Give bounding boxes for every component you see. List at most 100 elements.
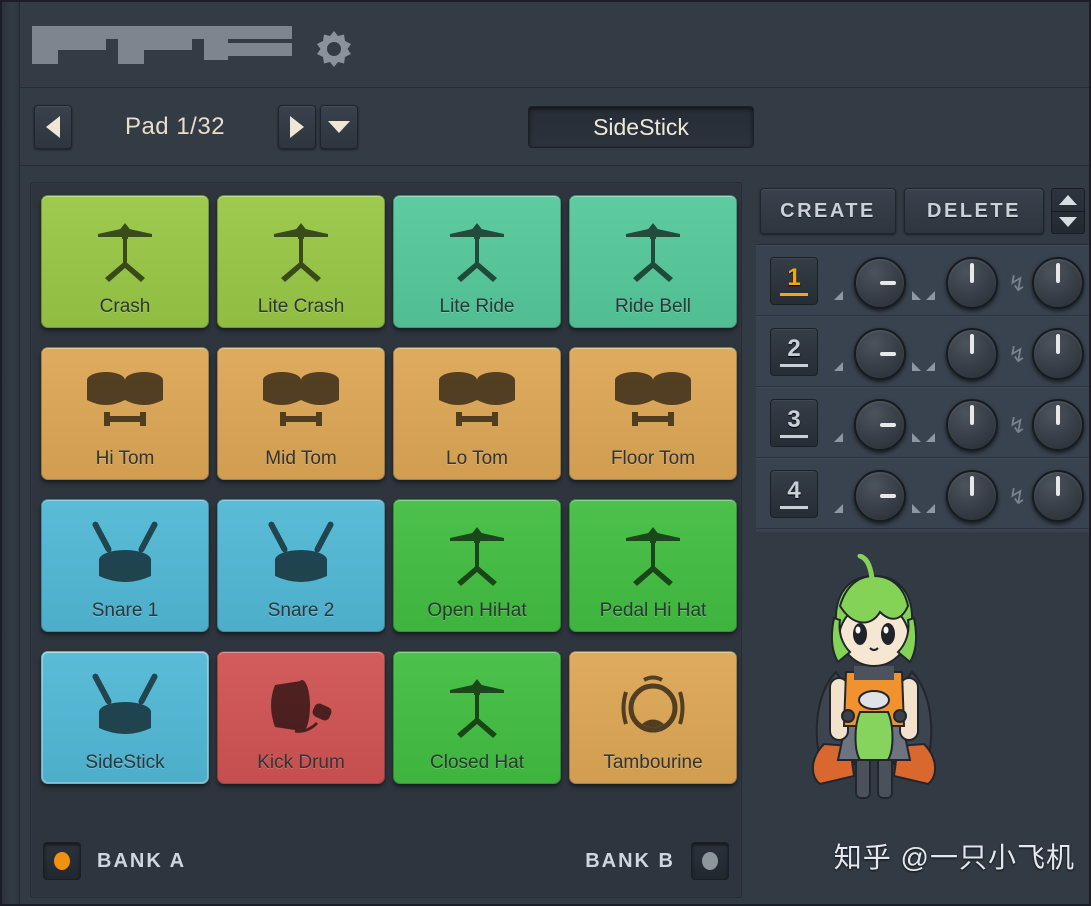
- bank-row: BANK A BANK B: [43, 833, 729, 889]
- triangle-left-icon: [46, 116, 60, 138]
- layer-number-button-2[interactable]: 2: [770, 328, 818, 376]
- cymbal-icon: [42, 210, 208, 288]
- triangle-right-icon: [290, 116, 304, 138]
- layer-row-3[interactable]: 3 ↯: [756, 387, 1089, 458]
- layer-pan-knob[interactable]: [854, 470, 906, 522]
- tambourine-icon: [621, 675, 685, 733]
- spinner-up-button[interactable]: [1052, 189, 1084, 212]
- layer-number-button-3[interactable]: 3: [770, 399, 818, 447]
- bank-b-button[interactable]: [691, 842, 729, 880]
- layer-number-button-1[interactable]: 1: [770, 257, 818, 305]
- pad-label: Kick Drum: [257, 752, 345, 773]
- kick-drum-icon: [218, 666, 384, 744]
- ramp-marker-c: [926, 504, 935, 513]
- pad-ride-bell[interactable]: Ride Bell: [569, 195, 737, 328]
- layer-volume-knob[interactable]: [946, 399, 998, 451]
- pad-kick-drum[interactable]: Kick Drum: [217, 651, 385, 784]
- toms-icon: [87, 372, 163, 426]
- pad-index-label: Pad 1/32: [124, 113, 226, 140]
- pad-label: Ride Bell: [614, 296, 692, 317]
- pad-snare-1[interactable]: Snare 1: [41, 499, 209, 632]
- pad-closed-hat[interactable]: Closed Hat: [393, 651, 561, 784]
- tuning-fork-icon: ↯: [1008, 484, 1027, 509]
- pad-lite-ride[interactable]: Lite Ride: [393, 195, 561, 328]
- tambourine-icon: [570, 666, 736, 744]
- layer-volume-knob[interactable]: [946, 328, 998, 380]
- pad-crash[interactable]: Crash: [41, 195, 209, 328]
- fpc-plugin-window: Pad 1/32 SideStick ↯: [0, 0, 1091, 906]
- tuning-fork-icon: ↯: [1008, 271, 1027, 296]
- layer-pan-knob[interactable]: [854, 328, 906, 380]
- next-pad-button[interactable]: [278, 105, 316, 149]
- pad-tambourine[interactable]: Tambourine: [569, 651, 737, 784]
- toms-icon: [263, 372, 339, 426]
- bank-a-button[interactable]: [43, 842, 81, 880]
- pad-floor-tom[interactable]: Floor Tom: [569, 347, 737, 480]
- watermark-text: 知乎 @一只小飞机: [833, 842, 1075, 873]
- cymbal-icon: [98, 223, 152, 282]
- toms-icon: [218, 362, 384, 440]
- bank-a-label: BANK A: [97, 849, 187, 872]
- ramp-marker-a: [834, 433, 843, 442]
- ramp-marker-a: [834, 504, 843, 513]
- snare-icon: [268, 521, 334, 582]
- cymbal-icon: [450, 527, 504, 586]
- cymbal-icon: [626, 223, 680, 282]
- pad-snare-2[interactable]: Snare 2: [217, 499, 385, 632]
- pad-grid: Crash Lite Crash Lite Ride Ride Bell Hi …: [41, 195, 737, 784]
- layer-volume-knob[interactable]: [946, 470, 998, 522]
- layer-number-label: 1: [787, 263, 801, 291]
- toms-icon: [615, 372, 691, 426]
- pad-lo-tom[interactable]: Lo Tom: [393, 347, 561, 480]
- pad-sidestick[interactable]: SideStick: [41, 651, 209, 784]
- layer-spinner[interactable]: [1051, 188, 1085, 234]
- pad-dropdown-button[interactable]: [320, 105, 358, 149]
- layer-row-1[interactable]: 1 ↯: [756, 245, 1089, 316]
- layer-row-2[interactable]: 2 ↯: [756, 316, 1089, 387]
- cymbal-icon: [218, 210, 384, 288]
- pad-pedal-hi-hat[interactable]: Pedal Hi Hat: [569, 499, 737, 632]
- pad-label: Hi Tom: [95, 448, 155, 469]
- pad-lite-crash[interactable]: Lite Crash: [217, 195, 385, 328]
- layer-pitch-knob[interactable]: [1032, 257, 1084, 309]
- toms-icon: [570, 362, 736, 440]
- spinner-down-button[interactable]: [1052, 212, 1084, 234]
- layer-row-4[interactable]: 4 ↯: [756, 458, 1089, 529]
- layer-number-button-4[interactable]: 4: [770, 470, 818, 518]
- layer-pitch-knob[interactable]: [1032, 470, 1084, 522]
- tuning-fork-icon: ↯: [1008, 413, 1027, 438]
- left-rail: [2, 2, 20, 904]
- pad-open-hihat[interactable]: Open HiHat: [393, 499, 561, 632]
- cymbal-icon: [394, 210, 560, 288]
- tuning-fork-icon: ↯: [1008, 342, 1027, 367]
- prev-pad-button[interactable]: [34, 105, 72, 149]
- fpc-logo: [32, 22, 292, 68]
- bank-b-label: BANK B: [585, 849, 675, 872]
- pad-hi-tom[interactable]: Hi Tom: [41, 347, 209, 480]
- create-button[interactable]: CREATE: [760, 188, 896, 234]
- pad-label: Tambourine: [603, 752, 703, 773]
- pad-label: Lite Ride: [439, 296, 515, 317]
- cymbal-icon: [570, 514, 736, 592]
- pad-label: SideStick: [85, 752, 165, 773]
- layer-pan-knob[interactable]: [854, 399, 906, 451]
- layer-volume-knob[interactable]: [946, 257, 998, 309]
- pad-label: Lo Tom: [446, 448, 508, 469]
- toms-icon: [42, 362, 208, 440]
- layer-list: 1 ↯ 2 ↯ 3 ↯ 4 ↯: [756, 244, 1089, 532]
- ramp-marker-b: [912, 291, 921, 300]
- snare-icon: [42, 666, 208, 744]
- ramp-marker-b: [912, 433, 921, 442]
- cymbal-icon: [450, 679, 504, 738]
- triangle-down-icon: [1059, 217, 1077, 228]
- layer-pan-knob[interactable]: [854, 257, 906, 309]
- delete-button[interactable]: DELETE: [904, 188, 1044, 234]
- bank-a-led: [54, 852, 70, 870]
- layer-pitch-knob[interactable]: [1032, 328, 1084, 380]
- layer-pitch-knob[interactable]: [1032, 399, 1084, 451]
- selected-pad-name-field[interactable]: SideStick: [528, 106, 754, 148]
- pad-mid-tom[interactable]: Mid Tom: [217, 347, 385, 480]
- ramp-marker-b: [912, 362, 921, 371]
- pad-label: Crash: [99, 296, 151, 317]
- gear-icon[interactable]: [314, 28, 354, 73]
